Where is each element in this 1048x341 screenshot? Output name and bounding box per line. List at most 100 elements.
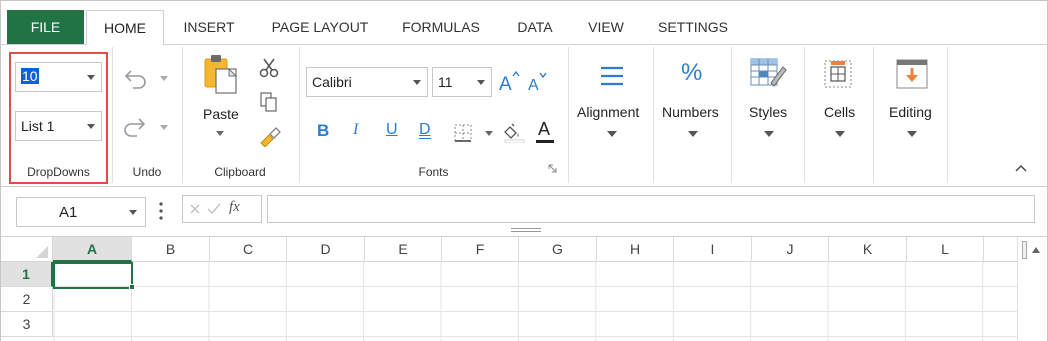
- borders-dropdown-icon[interactable]: [485, 131, 493, 136]
- column-header[interactable]: G: [519, 237, 597, 262]
- underline-button[interactable]: U: [386, 121, 398, 139]
- column-header[interactable]: I: [674, 237, 752, 262]
- svg-text:A: A: [528, 77, 539, 94]
- styles-button[interactable]: Styles: [749, 104, 787, 120]
- styles-dropdown-icon[interactable]: [764, 131, 774, 137]
- font-size-value: 11: [438, 74, 453, 90]
- cells-dropdown-icon[interactable]: [835, 131, 845, 137]
- row-header[interactable]: 1: [1, 262, 53, 287]
- numbers-button[interactable]: Numbers: [662, 104, 719, 120]
- insert-function-icon[interactable]: fx: [229, 199, 240, 216]
- editing-button[interactable]: Editing: [889, 104, 932, 120]
- editing-dropdown-icon[interactable]: [907, 131, 917, 137]
- worksheet-grid: A B C D E F G H I J K L M 1 2 3: [1, 236, 1047, 341]
- cancel-icon[interactable]: [189, 203, 201, 215]
- row-header[interactable]: 3: [1, 312, 53, 337]
- undo-dropdown-icon[interactable]: [160, 76, 168, 81]
- formula-bar-resize-handle[interactable]: [511, 228, 541, 232]
- font-color-button[interactable]: A: [538, 119, 550, 140]
- column-header[interactable]: D: [287, 237, 365, 262]
- formula-input[interactable]: [267, 195, 1035, 223]
- fill-handle[interactable]: [129, 284, 135, 290]
- collapse-ribbon-icon[interactable]: [1014, 163, 1028, 173]
- vertical-scrollbar[interactable]: [1017, 237, 1047, 341]
- group-separator: [804, 47, 805, 183]
- scrollbar-thumb[interactable]: [1022, 241, 1027, 259]
- redo-icon[interactable]: [121, 115, 149, 137]
- scroll-up-icon[interactable]: [1031, 245, 1041, 255]
- name-box[interactable]: A1: [16, 197, 146, 227]
- group-separator: [653, 47, 654, 183]
- svg-text:A: A: [499, 74, 512, 93]
- editing-icon[interactable]: [894, 57, 930, 91]
- select-all-corner[interactable]: [1, 237, 53, 262]
- enter-icon[interactable]: [207, 203, 221, 215]
- font-color-swatch: [536, 140, 554, 143]
- font-size-dropdown[interactable]: 11: [432, 67, 492, 97]
- bold-button[interactable]: B: [317, 121, 329, 141]
- dropdowns-highlight-box: [9, 52, 108, 184]
- increase-font-icon[interactable]: A: [498, 69, 520, 93]
- format-painter-icon[interactable]: [258, 125, 282, 147]
- paste-dropdown-icon[interactable]: [216, 131, 224, 136]
- formula-buttons: fx: [182, 195, 262, 223]
- decrease-font-icon[interactable]: A: [526, 70, 548, 94]
- alignment-dropdown-icon[interactable]: [607, 131, 617, 137]
- group-separator: [568, 47, 569, 183]
- row-header[interactable]: 2: [1, 287, 53, 312]
- tab-home[interactable]: HOME: [86, 10, 164, 46]
- tab-data[interactable]: DATA: [505, 10, 565, 44]
- column-header[interactable]: C: [210, 237, 287, 262]
- tab-formulas[interactable]: FORMULAS: [391, 10, 491, 44]
- group-label-fonts: Fonts: [418, 165, 449, 179]
- italic-button[interactable]: I: [353, 121, 358, 139]
- fill-color-icon[interactable]: [504, 121, 526, 143]
- more-options-icon[interactable]: [158, 201, 164, 221]
- alignment-icon[interactable]: [599, 65, 625, 87]
- font-name-dropdown[interactable]: Calibri: [306, 67, 428, 97]
- paste-icon[interactable]: [201, 53, 241, 97]
- group-separator: [299, 47, 300, 183]
- column-header[interactable]: E: [365, 237, 442, 262]
- column-header[interactable]: A: [53, 237, 132, 262]
- tab-page-layout[interactable]: PAGE LAYOUT: [257, 10, 383, 44]
- group-separator: [731, 47, 732, 183]
- tab-insert[interactable]: INSERT: [171, 10, 247, 44]
- paste-label[interactable]: Paste: [203, 106, 239, 122]
- undo-icon[interactable]: [121, 67, 149, 89]
- group-separator: [873, 47, 874, 183]
- column-header[interactable]: F: [442, 237, 519, 262]
- group-label-undo: Undo: [132, 165, 162, 179]
- group-label-clipboard: Clipboard: [214, 165, 266, 179]
- alignment-button[interactable]: Alignment: [577, 104, 639, 120]
- fonts-dialog-launcher-icon[interactable]: [548, 164, 557, 173]
- tab-view[interactable]: VIEW: [576, 10, 636, 44]
- column-header[interactable]: B: [132, 237, 210, 262]
- redo-dropdown-icon[interactable]: [160, 125, 168, 130]
- chevron-down-icon[interactable]: [129, 210, 137, 215]
- column-header[interactable]: K: [829, 237, 907, 262]
- numbers-dropdown-icon[interactable]: [688, 131, 698, 137]
- column-header[interactable]: M: [984, 237, 1018, 262]
- ribbon-tab-bar: FILE HOME INSERT PAGE LAYOUT FORMULAS DA…: [1, 1, 1047, 46]
- borders-icon[interactable]: [453, 123, 473, 143]
- double-underline-button[interactable]: D: [419, 121, 431, 139]
- group-separator: [947, 47, 948, 183]
- copy-icon[interactable]: [259, 91, 279, 113]
- cells-icon[interactable]: [821, 57, 857, 91]
- cell-area[interactable]: [53, 262, 1017, 341]
- chevron-down-icon: [477, 80, 485, 85]
- font-name-value: Calibri: [312, 74, 352, 90]
- cells-button[interactable]: Cells: [824, 104, 855, 120]
- tab-settings[interactable]: SETTINGS: [646, 10, 740, 44]
- active-cell[interactable]: [53, 262, 133, 289]
- tab-file[interactable]: FILE: [7, 10, 84, 44]
- styles-icon[interactable]: [749, 57, 787, 91]
- ribbon-home: 10 List 1 DropDowns Undo Paste Clipboard…: [1, 45, 1047, 187]
- column-header[interactable]: L: [907, 237, 984, 262]
- cut-icon[interactable]: [258, 57, 280, 79]
- column-header[interactable]: J: [752, 237, 829, 262]
- percent-icon[interactable]: %: [681, 59, 702, 87]
- column-header[interactable]: H: [597, 237, 674, 262]
- chevron-down-icon: [413, 80, 421, 85]
